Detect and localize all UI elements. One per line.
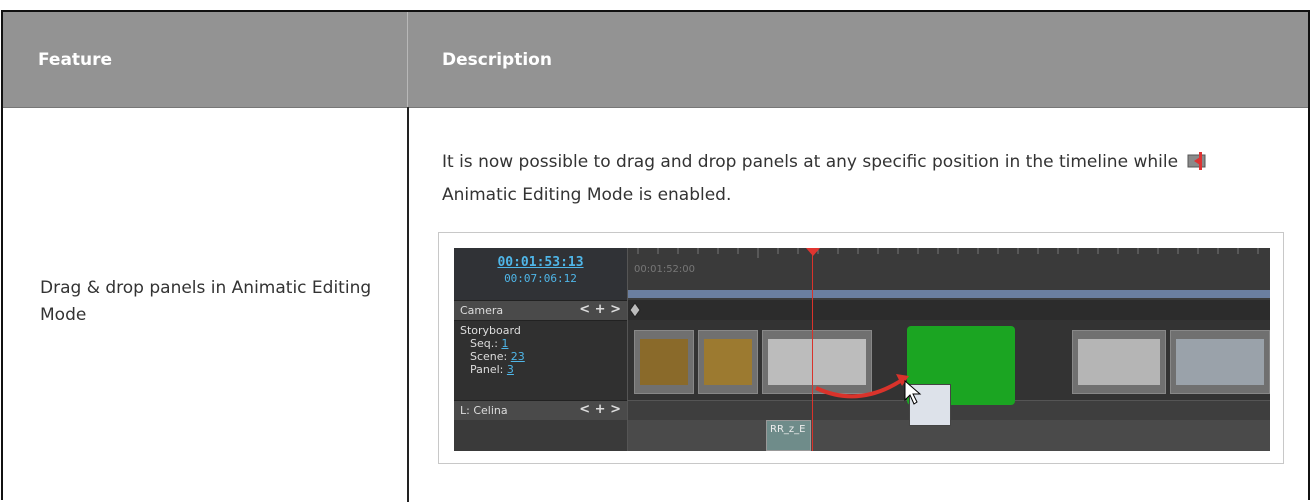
timeline-screenshot: 00:01:53:13 00:07:06:12 Camera < + > Sto… [438,232,1284,464]
header-divider [407,12,408,107]
description-text-before: It is now possible to drag and drop pane… [442,152,1179,172]
animatic-editing-mode-icon [1187,149,1207,170]
feature-cell: Drag & drop panels in Animatic Editing M… [40,278,372,325]
description-text-after: Animatic Editing Mode is enabled. [442,185,732,205]
description-cell: It is now possible to drag and drop pane… [442,146,1282,212]
table-header: Feature Description [3,12,1308,108]
feature-column-header: Feature [38,50,113,70]
playhead-handle[interactable] [806,248,820,256]
description-column-header: Description [442,50,552,70]
drag-arrow-icon [815,374,909,399]
playhead[interactable] [812,248,813,451]
column-divider [407,107,409,502]
timeline-view: 00:01:53:13 00:07:06:12 Camera < + > Sto… [454,248,1270,451]
mouse-cursor-icon [904,380,922,405]
